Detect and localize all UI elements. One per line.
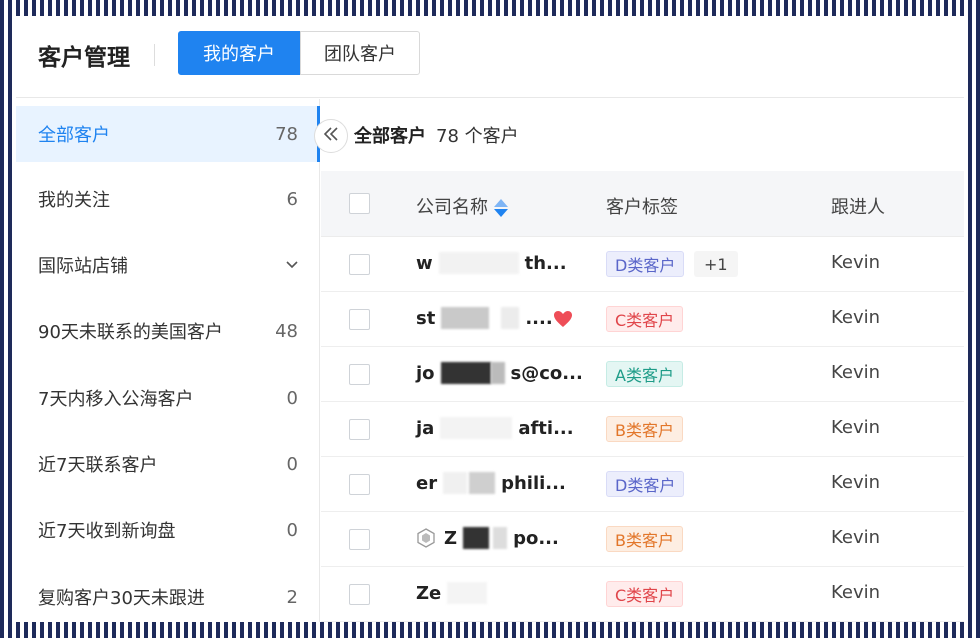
company-name[interactable]: st .... <box>416 307 553 329</box>
sort-icon[interactable] <box>494 198 508 218</box>
company-name[interactable]: Ze <box>416 582 493 604</box>
sidebar: 全部客户 78 我的关注 6 国际站店铺 90天未联系的美国客户 48 7天内移… <box>16 99 320 622</box>
column-owner: 跟进人 <box>831 197 885 218</box>
redacted-text <box>490 362 505 384</box>
redacted-text <box>443 472 468 494</box>
customer-tag: B类客户 <box>606 526 683 552</box>
hexagon-logo-icon <box>416 528 436 548</box>
row-checkbox[interactable] <box>349 309 370 330</box>
collapse-sidebar-button[interactable] <box>314 119 348 153</box>
list-heading-count: 78 个客户 <box>436 126 519 147</box>
select-all-checkbox[interactable] <box>349 193 370 214</box>
customer-tag: B类客户 <box>606 416 683 442</box>
sidebar-item-repeat-30-days[interactable]: 复购客户30天未跟进 2 <box>16 569 320 622</box>
sidebar-item-90-days-us[interactable]: 90天未联系的美国客户 48 <box>16 303 320 359</box>
table-row[interactable]: ja afti... B类客户 Kevin <box>321 402 964 457</box>
table-header: 公司名称 客户标签 跟进人 <box>321 171 964 237</box>
row-checkbox[interactable] <box>349 254 370 275</box>
redacted-text <box>463 527 490 549</box>
sidebar-item-count: 0 <box>286 519 298 541</box>
redacted-text <box>438 252 519 274</box>
chevron-down-icon[interactable] <box>286 257 298 273</box>
owner-name: Kevin <box>831 252 881 273</box>
table-row[interactable]: Z po... B类客户 Kevin <box>321 512 964 567</box>
sidebar-item-count: 6 <box>286 188 298 210</box>
sidebar-item-all-customers[interactable]: 全部客户 78 <box>16 106 320 162</box>
page-title: 客户管理 <box>38 45 130 71</box>
redacted-text <box>501 307 520 329</box>
double-chevron-left-icon <box>323 126 339 146</box>
sidebar-item-label: 复购客户30天未跟进 <box>38 588 205 609</box>
owner-name: Kevin <box>831 307 881 328</box>
sidebar-item-label: 近7天联系客户 <box>38 455 158 476</box>
customer-tag: D类客户 <box>606 471 685 497</box>
owner-name: Kevin <box>831 472 881 493</box>
sidebar-item-intl-stores[interactable]: 国际站店铺 <box>16 237 320 293</box>
sidebar-item-count: 0 <box>286 387 298 409</box>
redacted-text <box>469 472 496 494</box>
sidebar-item-count: 0 <box>286 453 298 475</box>
owner-name: Kevin <box>831 582 881 603</box>
table-row[interactable]: er phili... D类客户 Kevin <box>321 457 964 512</box>
redacted-text <box>441 307 490 329</box>
customer-tag: C类客户 <box>606 306 684 332</box>
heart-icon[interactable] <box>553 309 573 333</box>
redacted-text <box>440 417 513 439</box>
owner-name: Kevin <box>831 527 881 548</box>
sidebar-item-7-days-contacted[interactable]: 近7天联系客户 0 <box>16 436 320 492</box>
sidebar-item-count: 78 <box>275 123 298 145</box>
tab-my-customers[interactable]: 我的客户 <box>178 31 300 75</box>
row-checkbox[interactable] <box>349 529 370 550</box>
sidebar-item-count: 48 <box>275 320 298 342</box>
company-name[interactable]: Z po... <box>416 527 559 549</box>
table-row[interactable]: w th... D类客户 +1 Kevin <box>321 237 964 292</box>
sidebar-item-label: 我的关注 <box>38 190 110 211</box>
sidebar-item-label: 7天内移入公海客户 <box>38 389 194 410</box>
top-bar: 客户管理 我的客户 团队客户 <box>16 16 964 98</box>
sidebar-item-my-follow[interactable]: 我的关注 6 <box>16 171 320 227</box>
sidebar-item-label: 全部客户 <box>38 125 110 146</box>
customer-tag: A类客户 <box>606 361 683 387</box>
app-window: 客户管理 我的客户 团队客户 全部客户 78 我的关注 6 国际站店铺 90天未… <box>16 16 964 622</box>
tab-team-customers[interactable]: 团队客户 <box>300 31 420 75</box>
company-name[interactable]: er phili... <box>416 472 566 494</box>
company-name[interactable]: jo s@co... <box>416 362 583 384</box>
sidebar-item-label: 近7天收到新询盘 <box>38 521 176 542</box>
customer-tag: C类客户 <box>606 581 684 607</box>
table-row[interactable]: st .... C类客户 Kevin <box>321 292 964 347</box>
row-checkbox[interactable] <box>349 474 370 495</box>
table-row[interactable]: Ze C类客户 Kevin <box>321 567 964 622</box>
company-name[interactable]: ja afti... <box>416 417 574 439</box>
sidebar-item-count: 2 <box>286 586 298 608</box>
sidebar-item-7-days-inquiries[interactable]: 近7天收到新询盘 0 <box>16 502 320 558</box>
column-tag: 客户标签 <box>606 197 678 218</box>
redacted-text <box>440 362 491 384</box>
owner-name: Kevin <box>831 362 881 383</box>
customer-tag: D类客户 <box>606 251 685 277</box>
sidebar-item-7-days-public-pool[interactable]: 7天内移入公海客户 0 <box>16 370 320 426</box>
column-company[interactable]: 公司名称 <box>416 193 508 219</box>
table-row[interactable]: jo s@co... A类客户 Kevin <box>321 347 964 402</box>
redacted-text <box>447 582 488 604</box>
row-checkbox[interactable] <box>349 584 370 605</box>
row-checkbox[interactable] <box>349 364 370 385</box>
redacted-text <box>493 527 508 549</box>
owner-name: Kevin <box>831 417 881 438</box>
sidebar-item-label: 国际站店铺 <box>38 256 128 277</box>
more-tags-badge[interactable]: +1 <box>694 251 738 277</box>
company-name[interactable]: w th... <box>416 252 567 274</box>
sidebar-item-label: 90天未联系的美国客户 <box>38 322 223 343</box>
column-company-label: 公司名称 <box>416 197 488 218</box>
list-heading-title: 全部客户 <box>354 126 426 147</box>
list-heading: 全部客户 78 个客户 <box>354 122 519 148</box>
title-divider <box>154 44 155 66</box>
row-checkbox[interactable] <box>349 419 370 440</box>
